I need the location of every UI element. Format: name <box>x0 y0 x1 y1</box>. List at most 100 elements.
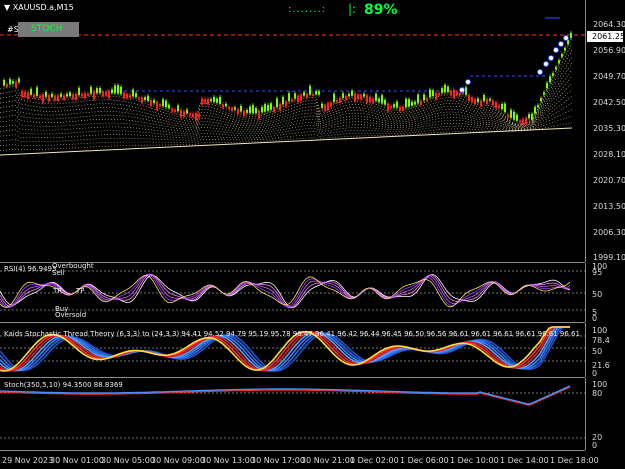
candle <box>426 98 428 101</box>
candle <box>63 95 65 100</box>
rsi-line <box>0 273 571 309</box>
candle <box>552 73 554 76</box>
candle <box>288 93 290 102</box>
rsi-oversold-label: Oversold <box>55 311 87 319</box>
candle <box>102 91 104 97</box>
candle <box>183 111 185 117</box>
candle <box>504 103 506 113</box>
rsi-axis[interactable] <box>585 263 625 322</box>
signal-marker <box>563 35 569 41</box>
candle <box>57 95 59 102</box>
candle <box>294 93 296 99</box>
signal-marker <box>537 69 543 75</box>
price-tick: 2028.10 <box>593 150 625 159</box>
candle <box>465 87 467 95</box>
thread-tick: 50 <box>592 347 603 356</box>
candle <box>336 99 338 103</box>
signal-marker <box>543 61 549 67</box>
candle <box>402 106 404 111</box>
stoch-title: Stoch(350,5,10) 94.3500 88.8369 <box>4 381 123 389</box>
price-tick: 2042.50 <box>593 98 625 107</box>
candle <box>126 93 128 99</box>
candle <box>531 113 533 120</box>
candle <box>429 89 431 98</box>
candle <box>177 105 179 112</box>
candle <box>489 98 491 101</box>
candle <box>510 109 512 118</box>
time-tick: 30 Nov 17:00 <box>251 456 305 465</box>
symbol-title: ▼ XAUUSD.a,M15 <box>4 3 74 12</box>
candle <box>162 99 164 107</box>
candle <box>69 92 71 97</box>
price-tick: 2013.50 <box>593 202 625 211</box>
candle <box>534 106 536 114</box>
rsi-tick: 95 <box>592 268 603 277</box>
candle <box>231 107 233 111</box>
candle <box>6 83 8 87</box>
candle <box>213 96 215 102</box>
candle <box>189 113 191 116</box>
candle <box>219 96 221 104</box>
candle <box>459 92 461 95</box>
candle <box>492 100 494 106</box>
candle <box>561 54 563 57</box>
candle <box>222 103 224 108</box>
candle <box>234 107 236 110</box>
candle <box>75 93 77 100</box>
candle <box>324 104 326 111</box>
candle <box>93 90 95 100</box>
candle <box>261 106 263 113</box>
price-chart-panel[interactable] <box>0 0 585 262</box>
candle <box>486 98 488 105</box>
candle <box>525 117 527 125</box>
dropdown-arrow-icon[interactable]: ▼ <box>4 3 10 12</box>
candle <box>303 92 305 96</box>
candle <box>522 118 524 125</box>
candle <box>447 86 449 92</box>
candle <box>558 60 560 64</box>
candle <box>438 92 440 96</box>
candle <box>318 91 320 95</box>
rsi-line <box>0 273 571 308</box>
candle <box>405 98 407 108</box>
candle <box>174 109 176 113</box>
candle <box>192 113 194 118</box>
time-tick: 30 Nov 13:00 <box>201 456 255 465</box>
candle <box>381 95 383 104</box>
candle <box>549 76 551 83</box>
candle <box>471 97 473 103</box>
stoch-tick: 100 <box>592 380 608 389</box>
candle <box>243 110 245 117</box>
time-tick: 1 Dec 10:00 <box>450 456 499 465</box>
candle <box>72 94 74 100</box>
time-tick: 1 Dec 02:00 <box>350 456 399 465</box>
candle <box>507 114 509 118</box>
signal-marker <box>465 79 471 85</box>
candle <box>540 98 542 101</box>
candle <box>120 86 122 95</box>
candle <box>528 114 530 119</box>
candle <box>417 94 419 104</box>
time-tick: 29 Nov 2023 <box>2 456 54 465</box>
candle <box>282 96 284 105</box>
candle <box>129 94 131 99</box>
candle <box>564 47 566 51</box>
candle <box>483 95 485 102</box>
candle <box>246 109 248 113</box>
candle <box>474 98 476 105</box>
candle <box>42 93 44 103</box>
candle <box>12 81 14 84</box>
thread-tick: 0 <box>592 369 598 378</box>
rsi-line <box>0 273 571 309</box>
candle <box>141 97 143 104</box>
candle <box>108 90 110 99</box>
candle <box>342 93 344 99</box>
rsi-panel[interactable] <box>0 263 585 322</box>
candle <box>150 100 152 107</box>
candle <box>186 109 188 114</box>
candle <box>285 101 287 107</box>
stoch-button[interactable]: STOCH <box>18 22 79 37</box>
rsi-tp-label: TP <box>53 287 62 295</box>
candle <box>276 98 278 108</box>
candle <box>147 95 149 101</box>
